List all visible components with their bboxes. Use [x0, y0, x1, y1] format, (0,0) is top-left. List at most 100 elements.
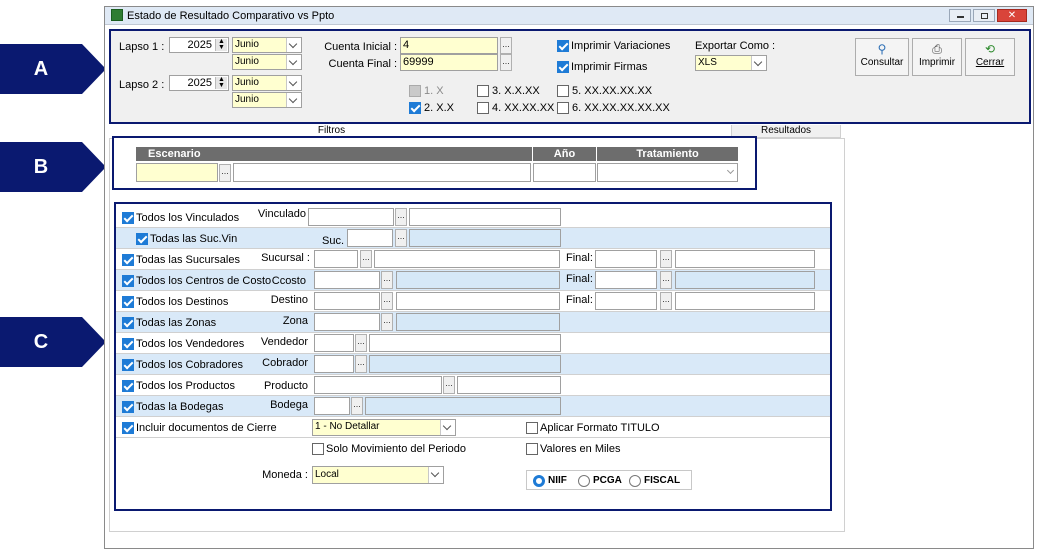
lapso1-month-start-select[interactable]: Junio — [232, 37, 302, 53]
todos-centros-costo-checkbox[interactable] — [122, 275, 134, 287]
level-1-checkbox[interactable] — [409, 85, 421, 97]
cuenta-inicial-input[interactable]: 4 — [400, 37, 498, 54]
close-window-button[interactable]: ✕ — [997, 9, 1027, 22]
minimize-icon — [957, 16, 964, 18]
cerrar-button[interactable]: ⟲ Cerrar — [965, 38, 1015, 76]
level-6-checkbox[interactable] — [557, 102, 569, 114]
todas-zonas-checkbox[interactable] — [122, 317, 134, 329]
anio-input[interactable] — [533, 163, 596, 182]
escenario-code-input[interactable] — [136, 163, 218, 182]
imprimir-firmas-checkbox[interactable] — [557, 61, 569, 73]
lapso2-month-start-select[interactable]: Junio — [232, 75, 302, 91]
destino-field-label: Destino — [270, 294, 308, 306]
lapso1-month-end-select[interactable]: Junio — [232, 54, 302, 70]
ccosto-final-input[interactable] — [595, 271, 657, 289]
norma-radio-group: NIIF PCGA FISCAL — [526, 470, 692, 490]
destino-final-lookup-button[interactable]: ... — [660, 292, 672, 310]
detalle-select[interactable]: 1 - No Detallar — [312, 419, 456, 436]
destino-input[interactable] — [314, 292, 380, 310]
vendedor-input[interactable] — [314, 334, 354, 352]
imprimir-firmas-label: Imprimir Firmas — [571, 61, 648, 73]
lapso1-year-spinner[interactable]: 2025 ▲ ▼ — [169, 37, 229, 53]
cuenta-inicial-lookup-button[interactable]: ... — [500, 37, 512, 54]
exportar-select[interactable]: XLS — [695, 55, 767, 71]
destino-name-input[interactable] — [396, 292, 560, 310]
level-4-checkbox[interactable] — [477, 102, 489, 114]
vinculado-lookup-button[interactable]: ... — [395, 208, 407, 226]
ccosto-lookup-button[interactable]: ... — [381, 271, 393, 289]
sucursal-final-name-input[interactable] — [675, 250, 815, 268]
sucursal-final-lookup-button[interactable]: ... — [660, 250, 672, 268]
destino-final-name-input[interactable] — [675, 292, 815, 310]
niif-radio[interactable] — [533, 475, 545, 487]
sucursal-final-input[interactable] — [595, 250, 657, 268]
lapso2-year-spinner[interactable]: 2025 ▲ ▼ — [169, 75, 229, 91]
imprimir-variaciones-checkbox[interactable] — [557, 40, 569, 52]
filter-row-vendedores: Todos los Vendedores Vendedor ... — [116, 333, 830, 354]
suc-vin-lookup-button[interactable]: ... — [395, 229, 407, 247]
vinculado-name-input[interactable] — [409, 208, 561, 226]
todos-vendedores-checkbox[interactable] — [122, 338, 134, 350]
destino-final-input[interactable] — [595, 292, 657, 310]
zona-input[interactable] — [314, 313, 380, 331]
incluir-cierre-checkbox[interactable] — [122, 422, 134, 434]
todas-suc-vin-checkbox[interactable] — [136, 233, 148, 245]
zona-lookup-button[interactable]: ... — [381, 313, 393, 331]
level-3-checkbox[interactable] — [477, 85, 489, 97]
cobrador-name-input[interactable] — [369, 355, 561, 373]
suc-vin-input[interactable] — [347, 229, 393, 247]
todos-vinculados-checkbox[interactable] — [122, 212, 134, 224]
bodega-input[interactable] — [314, 397, 350, 415]
ccosto-final-label: Final: — [566, 273, 593, 285]
aplicar-formato-checkbox[interactable] — [526, 422, 538, 434]
cobrador-input[interactable] — [314, 355, 354, 373]
solo-movimiento-checkbox[interactable] — [312, 443, 324, 455]
todos-productos-checkbox[interactable] — [122, 380, 134, 392]
lapso2-month-end-select[interactable]: Junio — [232, 92, 302, 108]
col-anio-header: Año — [533, 147, 596, 161]
destino-lookup-button[interactable]: ... — [381, 292, 393, 310]
spin-icon: ▲ ▼ — [215, 38, 227, 51]
zona-name-input[interactable] — [396, 313, 560, 331]
cobrador-lookup-button[interactable]: ... — [355, 355, 367, 373]
undo-arrow-icon: ⟲ — [984, 42, 996, 56]
producto-name-input[interactable] — [457, 376, 561, 394]
vendedor-lookup-button[interactable]: ... — [355, 334, 367, 352]
vinculado-input[interactable] — [308, 208, 394, 226]
todos-cobradores-checkbox[interactable] — [122, 359, 134, 371]
ccosto-input[interactable] — [314, 271, 380, 289]
cuenta-final-lookup-button[interactable]: ... — [500, 54, 512, 71]
level-2-checkbox[interactable] — [409, 102, 421, 114]
vendedor-name-input[interactable] — [369, 334, 561, 352]
level-6-label: 6. XX.XX.XX.XX.XX — [572, 102, 670, 114]
imprimir-button[interactable]: ⎙ Imprimir — [912, 38, 962, 76]
todas-bodegas-checkbox[interactable] — [122, 401, 134, 413]
minimize-button[interactable] — [949, 9, 971, 22]
bodega-lookup-button[interactable]: ... — [351, 397, 363, 415]
sucursal-field-label: Sucursal : — [261, 252, 310, 264]
maximize-button[interactable] — [973, 9, 995, 22]
level-5-checkbox[interactable] — [557, 85, 569, 97]
sucursal-input[interactable] — [314, 250, 358, 268]
lapso2-label: Lapso 2 : — [119, 79, 165, 91]
suc-vin-name-input[interactable] — [409, 229, 561, 247]
fiscal-radio[interactable] — [629, 475, 641, 487]
sucursal-name-input[interactable] — [374, 250, 560, 268]
ccosto-final-name-input[interactable] — [675, 271, 815, 289]
escenario-name-input[interactable] — [233, 163, 531, 182]
escenario-lookup-button[interactable]: ... — [219, 164, 231, 182]
ccosto-name-input[interactable] — [396, 271, 560, 289]
valores-miles-checkbox[interactable] — [526, 443, 538, 455]
sucursal-lookup-button[interactable]: ... — [360, 250, 372, 268]
ccosto-final-lookup-button[interactable]: ... — [660, 271, 672, 289]
cuenta-final-input[interactable]: 69999 — [400, 54, 498, 71]
bodega-name-input[interactable] — [365, 397, 561, 415]
producto-lookup-button[interactable]: ... — [443, 376, 455, 394]
moneda-select[interactable]: Local — [312, 466, 444, 484]
producto-input[interactable] — [314, 376, 442, 394]
tratamiento-select[interactable] — [597, 163, 738, 182]
consultar-button[interactable]: ⚲ Consultar — [855, 38, 909, 76]
todos-destinos-checkbox[interactable] — [122, 296, 134, 308]
pcga-radio[interactable] — [578, 475, 590, 487]
todas-sucursales-checkbox[interactable] — [122, 254, 134, 266]
